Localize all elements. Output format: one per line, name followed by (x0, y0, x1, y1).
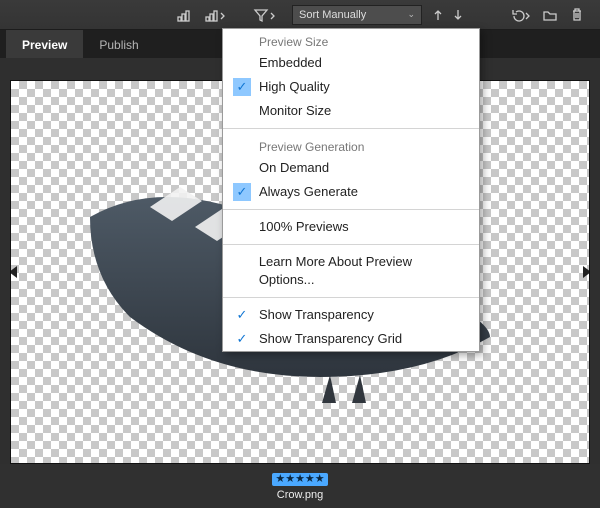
menu-item-label: Learn More About Preview Options... (259, 253, 469, 289)
filename-label: Crow.png (272, 489, 327, 501)
footer: ★★★★★ Crow.png (0, 464, 600, 508)
check-icon (233, 159, 251, 177)
menu-item-label: Monitor Size (259, 102, 331, 120)
grid-size-button-b[interactable] (200, 4, 230, 26)
rotate-button[interactable] (506, 4, 534, 26)
filter-button[interactable] (248, 4, 280, 26)
menu-item-label: Always Generate (259, 183, 358, 201)
sort-select[interactable]: Sort Manually ⌄ (292, 5, 422, 25)
menu-item-learn-more[interactable]: Learn More About Preview Options... (223, 250, 479, 292)
menu-group-label: Preview Generation (223, 134, 479, 156)
check-icon (233, 102, 251, 120)
menu-separator (223, 297, 479, 298)
tab-label: Publish (99, 38, 138, 52)
menu-item-label: 100% Previews (259, 218, 349, 236)
check-icon (233, 54, 251, 72)
check-icon (233, 218, 251, 236)
menu-item-on-demand[interactable]: On Demand (223, 156, 479, 180)
check-icon (233, 262, 251, 280)
sort-descending-button[interactable] (450, 4, 466, 26)
menu-item-label: Show Transparency (259, 306, 374, 324)
menu-separator (223, 244, 479, 245)
menu-item-label: Embedded (259, 54, 322, 72)
menu-item-monitor-size[interactable]: Monitor Size (223, 99, 479, 123)
check-icon: ✓ (233, 183, 251, 201)
menu-item-label: Show Transparency Grid (259, 330, 402, 348)
tab-publish[interactable]: Publish (83, 30, 154, 58)
menu-separator (223, 128, 479, 129)
tab-preview[interactable]: Preview (6, 30, 83, 58)
menu-group-label: Preview Size (223, 29, 479, 51)
check-icon: ✓ (233, 306, 251, 324)
grid-size-button-a[interactable] (172, 4, 196, 26)
preview-options-menu: Preview Size Embedded ✓ High Quality Mon… (222, 28, 480, 352)
menu-item-label: High Quality (259, 78, 330, 96)
menu-item-high-quality[interactable]: ✓ High Quality (223, 75, 479, 99)
tab-label: Preview (22, 38, 67, 52)
menu-item-label: On Demand (259, 159, 329, 177)
sort-select-value: Sort Manually (299, 9, 366, 21)
menu-item-embedded[interactable]: Embedded (223, 51, 479, 75)
menu-separator (223, 209, 479, 210)
rating-stars[interactable]: ★★★★★ (272, 473, 327, 486)
check-icon: ✓ (233, 78, 251, 96)
menu-item-always-generate[interactable]: ✓ Always Generate (223, 180, 479, 204)
sort-ascending-button[interactable] (430, 4, 446, 26)
menu-item-show-transparency[interactable]: ✓ Show Transparency (223, 303, 479, 327)
top-toolbar: Sort Manually ⌄ (0, 0, 600, 30)
trash-button[interactable] (566, 4, 588, 26)
check-icon: ✓ (233, 330, 251, 348)
menu-item-show-transparency-grid[interactable]: ✓ Show Transparency Grid (223, 327, 479, 351)
new-folder-button[interactable] (538, 4, 562, 26)
chevron-down-icon: ⌄ (407, 9, 415, 20)
menu-item-100pct-previews[interactable]: 100% Previews (223, 215, 479, 239)
star-icon: ★★★★★ (275, 474, 324, 485)
